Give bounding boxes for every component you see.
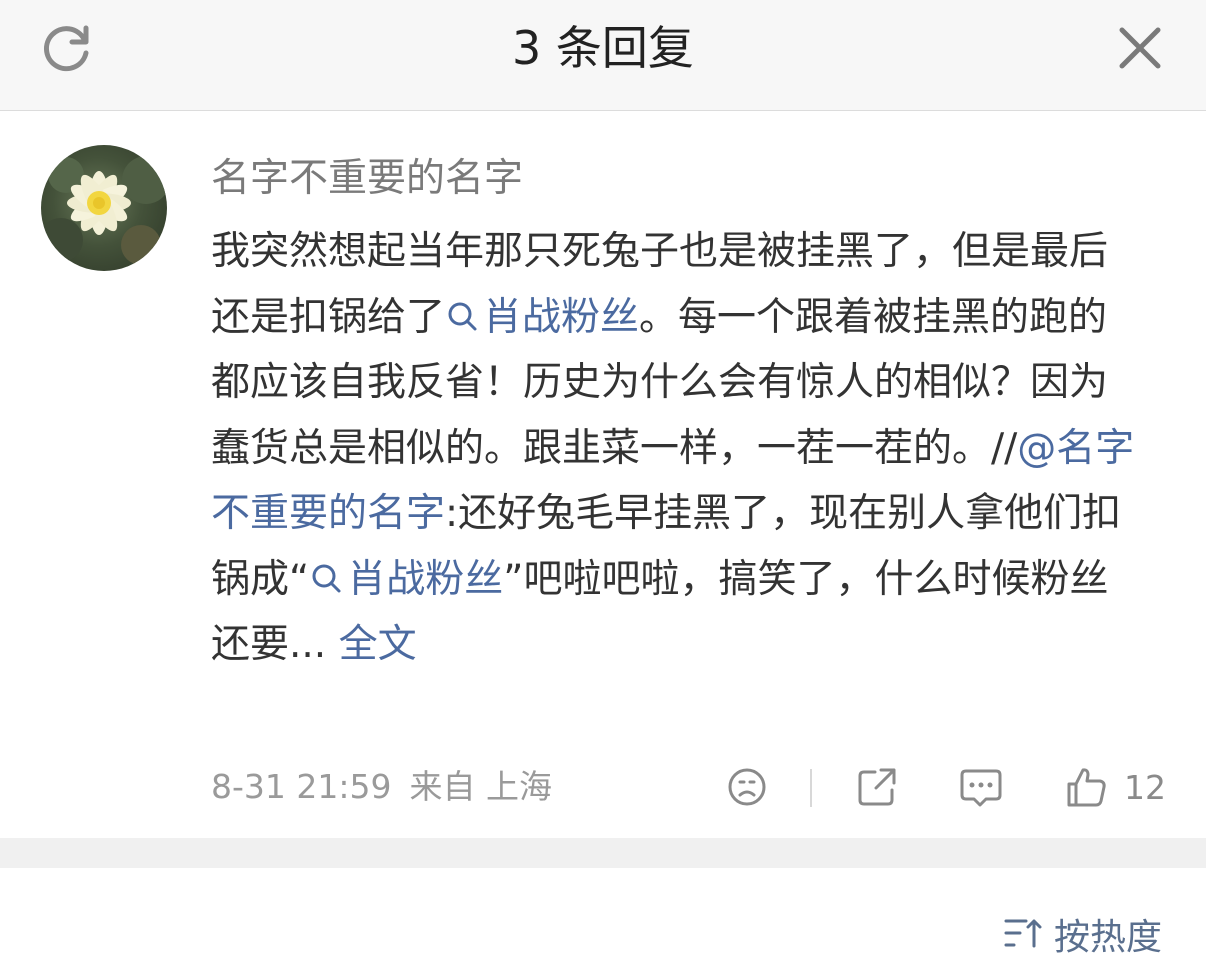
- topic-link-label[interactable]: 战粉丝: [386, 557, 503, 602]
- close-icon[interactable]: [1114, 22, 1166, 74]
- comment-username[interactable]: 名字不重要的名字: [211, 155, 523, 203]
- comment-location: 来自 上海: [409, 767, 553, 806]
- sort-by-hot-button[interactable]: 按热度: [1004, 910, 1162, 958]
- comment-text: 我突然想起当年那只死兔子也是被挂黑了，但是最后还是扣锅给了 肖战粉丝。每一个跟着被…: [211, 219, 1146, 678]
- topic-link[interactable]: 肖: [309, 557, 386, 602]
- header-bar: 3 条回复: [0, 0, 1206, 111]
- comment-card: 名字不重要的名字 我突然想起当年那只死兔子也是被挂黑了，但是最后还是扣锅给了 肖战…: [0, 111, 1206, 838]
- full-text-link[interactable]: 全文: [339, 622, 417, 667]
- page-title: 3 条回复: [512, 21, 694, 75]
- search-icon: [448, 302, 477, 330]
- share-button[interactable]: [855, 764, 899, 810]
- action-divider: [810, 769, 812, 807]
- topic-link-label: 肖: [347, 556, 387, 602]
- frown-face-icon: [728, 768, 766, 806]
- comment-meta: 8-31 21:59 来自 上海: [211, 767, 552, 807]
- lotus-avatar-image: [41, 156, 167, 265]
- share-icon: [858, 768, 896, 806]
- search-icon: [312, 564, 341, 592]
- like-button[interactable]: 12: [1064, 764, 1166, 810]
- thumbs-up-icon: [1067, 768, 1106, 807]
- comment-icon: [960, 769, 1002, 807]
- sort-label: 按热度: [1054, 917, 1163, 958]
- topic-link[interactable]: 肖战粉丝: [445, 295, 639, 340]
- sort-icon: [1004, 919, 1042, 948]
- comment-time: 8-31 21:59: [211, 767, 392, 806]
- comment-button[interactable]: [958, 764, 1004, 810]
- topic-link-label: 肖战粉丝: [483, 294, 640, 340]
- section-divider: [0, 838, 1206, 868]
- like-count: 12: [1124, 767, 1166, 807]
- avatar[interactable]: [41, 145, 167, 271]
- dislike-button[interactable]: [726, 764, 768, 810]
